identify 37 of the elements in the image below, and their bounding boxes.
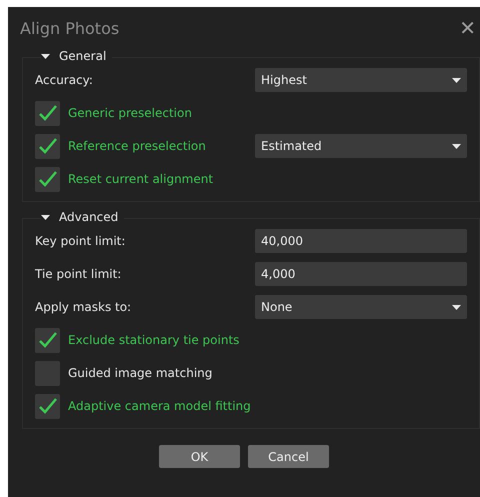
checkbox-label: Exclude stationary tie points [68,333,240,347]
ok-button[interactable]: OK [159,445,240,468]
cancel-button[interactable]: Cancel [248,445,329,468]
checkbox-label: Reference preselection [68,139,206,153]
caret-icon [41,54,50,58]
checkbox-label: Reset current alignment [68,172,214,186]
field-label: Tie point limit: [35,267,122,281]
input-field[interactable]: 40,000 [255,229,467,253]
caret-icon [452,78,461,82]
checkbox[interactable] [35,166,60,192]
check-icon [38,398,56,414]
check-icon [38,332,56,348]
window-title: Align Photos [20,18,120,38]
check-icon [38,105,56,121]
field-label: Accuracy: [35,73,94,87]
dropdown[interactable]: Highest [255,68,467,92]
field-label: Key point limit: [35,234,126,248]
checkbox[interactable] [35,394,60,418]
caret-icon [452,304,461,310]
checkbox-label: Adaptive camera model fitting [68,399,251,413]
checkbox-label: Guided image matching [68,366,212,380]
caret-icon [41,214,50,220]
dropdown[interactable]: None [255,295,467,319]
group-header[interactable]: Advanced [41,210,124,224]
dropdown[interactable]: Estimated [255,134,467,158]
close-button[interactable]: ✕ [459,16,476,40]
checkbox[interactable] [35,360,60,386]
checkbox-label: Generic preselection [68,106,192,120]
caret-icon [452,144,461,148]
checkbox[interactable] [35,328,60,352]
group-header[interactable]: General [41,49,112,63]
check-icon [38,171,56,187]
checkbox[interactable] [35,100,60,126]
checkbox[interactable] [35,134,60,158]
input-field[interactable]: 4,000 [255,262,467,286]
field-label: Apply masks to: [35,300,132,314]
check-icon [38,138,56,154]
